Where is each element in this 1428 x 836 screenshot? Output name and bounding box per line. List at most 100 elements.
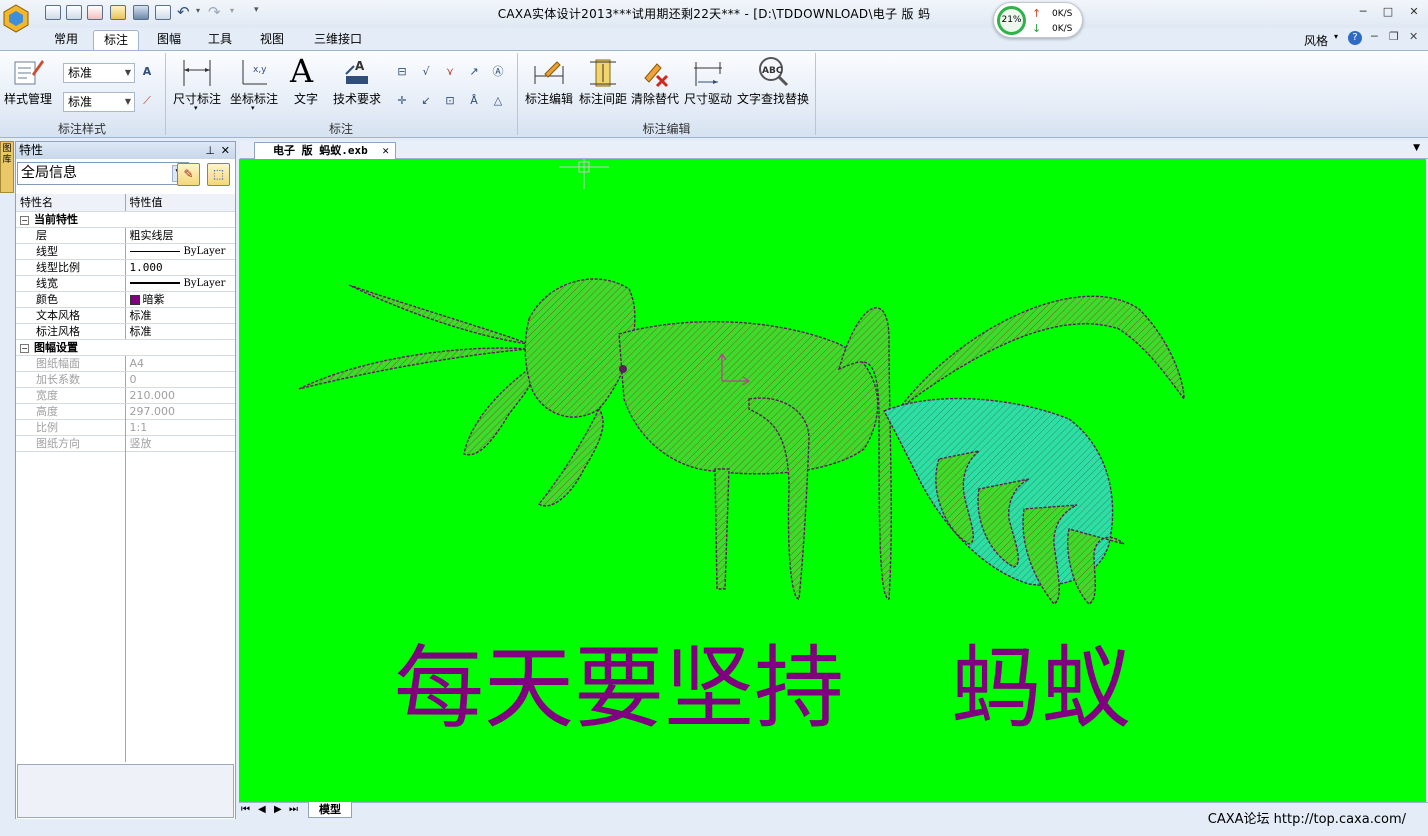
tab-frame[interactable]: 图幅 bbox=[147, 30, 191, 50]
last-tab-icon[interactable]: ⏭ bbox=[289, 804, 298, 815]
property-value[interactable]: 1.000 bbox=[125, 259, 235, 276]
drawing-canvas[interactable]: 每天要坚持 蚂蚁 bbox=[239, 159, 1426, 802]
object-selector[interactable]: 全局信息 ▼ bbox=[17, 162, 189, 185]
center-mark-icon[interactable]: ✛ bbox=[393, 92, 411, 110]
property-name: 线宽 bbox=[16, 275, 126, 292]
panel-close-icon[interactable]: ✕ bbox=[221, 142, 230, 159]
tab-annotation[interactable]: 标注 bbox=[93, 30, 140, 50]
group-separator bbox=[815, 53, 816, 135]
leader-text-icon[interactable]: ↗ bbox=[465, 63, 483, 81]
text-style-value: 标准 bbox=[68, 66, 93, 80]
property-value[interactable]: 粗实线层 bbox=[125, 227, 235, 244]
property-description-box bbox=[17, 764, 234, 818]
table-column-divider bbox=[125, 413, 126, 762]
properties-panel-title: 特性 bbox=[19, 143, 44, 157]
text-style-combo[interactable]: 标准 ▼ bbox=[63, 63, 135, 83]
dim-style-icon[interactable]: ⟋ bbox=[138, 92, 156, 110]
tech-requirements-button[interactable]: A 技术要求 bbox=[331, 54, 383, 112]
table-row: 图纸幅面 A4 bbox=[16, 355, 235, 372]
table-row[interactable]: 层粗实线层 bbox=[16, 227, 235, 244]
style-dropdown-icon[interactable]: ▾ bbox=[1334, 32, 1338, 41]
dim-style-combo[interactable]: 标准 ▼ bbox=[63, 92, 135, 112]
section-row-current[interactable]: − 当前特性 bbox=[16, 211, 235, 228]
text-style-icon[interactable]: A bbox=[138, 63, 156, 81]
property-name: 线型比例 bbox=[16, 259, 126, 276]
first-tab-icon[interactable]: ⏮ bbox=[241, 804, 250, 815]
property-value: 1:1 bbox=[125, 419, 235, 436]
clear-override-button[interactable]: 清除替代 bbox=[629, 54, 681, 112]
doc-minimize-icon[interactable]: ─ bbox=[1371, 30, 1378, 43]
collapse-icon[interactable]: − bbox=[20, 343, 29, 353]
table-row[interactable]: 颜色 暗紫 bbox=[16, 291, 235, 308]
section-symbol-icon[interactable]: Å bbox=[465, 92, 483, 110]
property-value[interactable]: 标准 bbox=[125, 307, 235, 324]
datum-icon[interactable]: Ⓐ bbox=[489, 63, 507, 81]
hole-callout-icon[interactable]: ⊟ bbox=[393, 63, 411, 81]
minimize-icon[interactable]: ─ bbox=[1353, 4, 1373, 20]
property-value: 0 bbox=[125, 371, 235, 388]
find-replace-button[interactable]: ABC 文字查找替换 bbox=[735, 54, 811, 112]
front-leg-2 bbox=[537, 407, 604, 507]
table-row: 宽度 210.000 bbox=[16, 387, 235, 404]
doc-close-icon[interactable]: ✕ bbox=[1409, 30, 1418, 43]
coordinate-button[interactable]: x,y 坐标标注 ▾ bbox=[228, 54, 280, 116]
chevron-down-icon: ▼ bbox=[124, 68, 131, 77]
collapse-icon[interactable]: − bbox=[20, 215, 29, 225]
tab-3d-interface[interactable]: 三维接口 bbox=[304, 30, 372, 50]
dim-drive-button[interactable]: 尺寸驱动 bbox=[682, 54, 734, 112]
close-icon[interactable]: ✕ bbox=[1404, 4, 1424, 20]
svg-text:ABC: ABC bbox=[762, 66, 783, 76]
table-row[interactable]: 线宽 ByLayer bbox=[16, 275, 235, 292]
antenna-lower bbox=[298, 347, 530, 390]
quick-select-button[interactable]: ✎ bbox=[177, 163, 200, 186]
property-value-color[interactable]: 暗紫 bbox=[125, 291, 235, 308]
table-row[interactable]: 标注风格 标准 bbox=[16, 323, 235, 340]
section-title: − 当前特性 bbox=[16, 211, 235, 228]
next-tab-icon[interactable]: ▶ bbox=[274, 804, 282, 815]
section-row-frame[interactable]: − 图幅设置 bbox=[16, 339, 235, 356]
tech-requirements-icon: A bbox=[345, 59, 368, 84]
dim-spacing-button[interactable]: 标注间距 bbox=[577, 54, 629, 112]
table-row[interactable]: 文本风格 标准 bbox=[16, 307, 235, 324]
text-tool-icon: A bbox=[290, 52, 314, 90]
doc-restore-icon[interactable]: ❐ bbox=[1389, 30, 1399, 43]
tolerance-icon[interactable]: ⊡ bbox=[441, 92, 459, 110]
tab-list-dropdown-icon[interactable]: ▼ bbox=[1413, 143, 1420, 153]
roughness-icon[interactable]: √ bbox=[417, 63, 435, 81]
property-value-lineweight[interactable]: ByLayer bbox=[125, 275, 235, 292]
model-tab[interactable]: 模型 bbox=[308, 802, 352, 818]
property-name: 高度 bbox=[16, 403, 126, 420]
text-button[interactable]: A 文字 bbox=[285, 54, 327, 112]
color-swatch bbox=[129, 294, 140, 305]
document-tab-label: 电子 版 蚂蚁.exb bbox=[273, 144, 368, 157]
style-menu[interactable]: 风格 bbox=[1304, 32, 1328, 49]
style-manager-button[interactable]: 样式管理 bbox=[2, 54, 54, 112]
help-icon[interactable]: ? bbox=[1348, 31, 1362, 45]
crosshair-cursor bbox=[559, 159, 609, 189]
document-tab[interactable]: 电子 版 蚂蚁.exb ✕ bbox=[254, 142, 396, 159]
forum-link[interactable]: CAXA论坛 http://top.caxa.com/ bbox=[1208, 808, 1406, 827]
dim-edit-button[interactable]: 标注编辑 bbox=[522, 54, 576, 112]
view-symbol-icon[interactable]: △ bbox=[489, 92, 507, 110]
select-objects-button[interactable]: ⬚ bbox=[207, 163, 230, 186]
svg-text:x,y: x,y bbox=[253, 65, 267, 75]
tab-view[interactable]: 视图 bbox=[250, 30, 294, 50]
table-row[interactable]: 线型 ByLayer bbox=[16, 243, 235, 260]
section-title: − 图幅设置 bbox=[16, 339, 235, 356]
weld-symbol-icon[interactable]: ⋎ bbox=[441, 63, 459, 81]
dimension-button[interactable]: 尺寸标注 ▾ bbox=[170, 54, 224, 116]
property-name: 加长系数 bbox=[16, 371, 126, 388]
find-replace-icon: ABC bbox=[759, 57, 789, 87]
property-value[interactable]: 标准 bbox=[125, 323, 235, 340]
prev-tab-icon[interactable]: ◀ bbox=[258, 804, 266, 815]
property-value-linetype[interactable]: ByLayer bbox=[125, 243, 235, 260]
pin-icon[interactable]: ⊥ bbox=[205, 142, 215, 159]
tab-tools[interactable]: 工具 bbox=[198, 30, 242, 50]
library-side-tab[interactable]: 图库 bbox=[0, 141, 14, 193]
leader-icon[interactable]: ↙ bbox=[417, 92, 435, 110]
tab-common[interactable]: 常用 bbox=[44, 30, 88, 50]
ant-drawing: 每天要坚持 蚂蚁 bbox=[298, 159, 1185, 741]
tab-close-icon[interactable]: ✕ bbox=[382, 144, 389, 157]
maximize-icon[interactable]: □ bbox=[1378, 4, 1398, 20]
table-row[interactable]: 线型比例 1.000 bbox=[16, 259, 235, 276]
